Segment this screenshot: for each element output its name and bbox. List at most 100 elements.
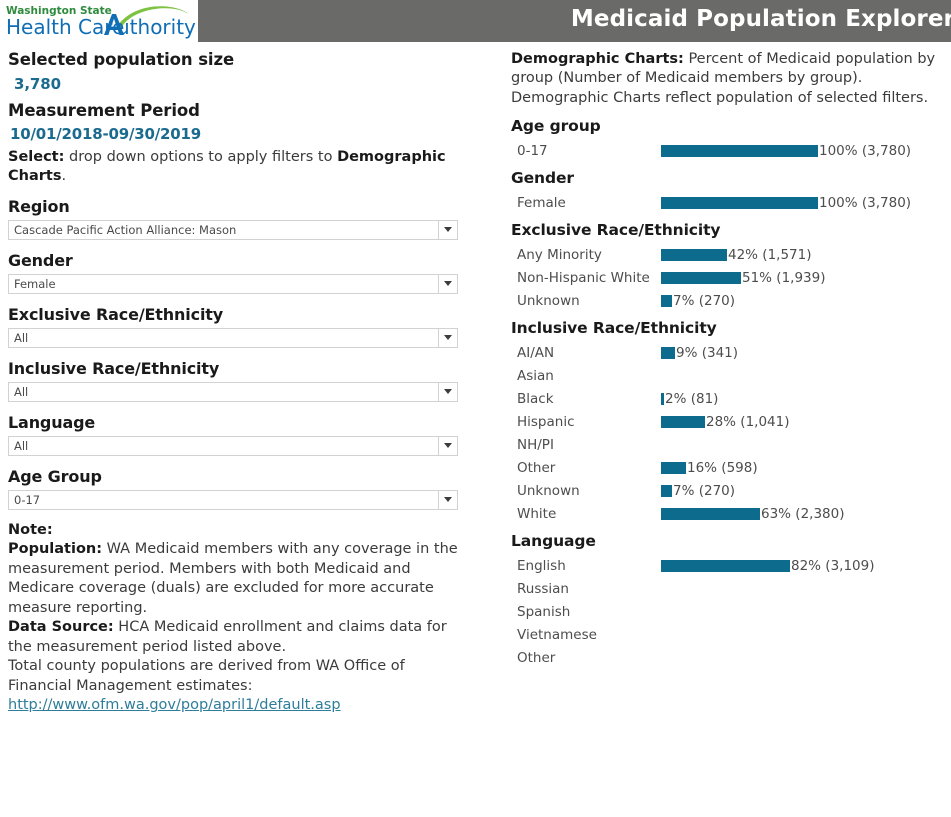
bar-category-label: Russian (517, 580, 569, 597)
logo-line2-authority: uthority (117, 15, 196, 39)
bar-category-label: White (517, 505, 557, 522)
note-population: Population: WA Medicaid members with any… (8, 540, 460, 618)
filter-label-age-group: Age Group (8, 466, 102, 486)
chevron-down-icon[interactable] (438, 436, 457, 455)
bar-category-label: Other (517, 649, 556, 666)
bar-value-label: 100% (3,780) (819, 194, 912, 211)
filter-value-language: All (14, 438, 29, 453)
select-instruction-end: . (61, 168, 67, 185)
chevron-down-icon[interactable] (438, 274, 457, 293)
bar-fill (661, 392, 664, 405)
filter-dropdown-region[interactable]: Cascade Pacific Action Alliance: Mason (8, 219, 458, 240)
select-instruction: Select: drop down options to apply filte… (8, 148, 460, 186)
bar-track: 9% (341) (661, 341, 738, 364)
chart-group: Gender Female 100% (3,780) (511, 169, 951, 214)
bar-row[interactable]: White 63% (2,380) (511, 502, 951, 525)
chevron-down-icon[interactable] (438, 382, 457, 401)
charts-description: Demographic Charts: Percent of Medicaid … (511, 50, 951, 108)
chart-group: Language English 82% (3,109) Russian Spanish… (511, 532, 951, 669)
ofm-link[interactable]: http://www.ofm.wa.gov/pop/april1/default… (8, 697, 341, 713)
filter-value-region: Cascade Pacific Action Alliance: Mason (14, 222, 237, 237)
charts-panel: Demographic Charts: Percent of Medicaid … (470, 42, 951, 817)
bar-fill (661, 507, 760, 520)
measurement-period-label: Measurement Period (8, 100, 200, 120)
bar-track: 7% (270) (661, 289, 735, 312)
note-source-bold: Data Source: (8, 619, 114, 635)
note-ofm: Total county populations are derived fro… (8, 658, 405, 694)
bar-value-label: 7% (270) (673, 292, 736, 309)
bar-row[interactable]: Other 16% (598) (511, 456, 951, 479)
bar-track: 82% (3,109) (661, 554, 874, 577)
bar-value-label: 16% (598) (687, 459, 758, 476)
filter-value-exclusive-race: All (14, 330, 29, 345)
bar-fill (661, 461, 686, 474)
bar-value-label: 2% (81) (665, 390, 719, 407)
filters-panel: Selected population size 3,780 Measureme… (0, 42, 470, 817)
chart-title: Age group (511, 117, 601, 136)
bar-category-label: Unknown (517, 292, 580, 309)
bar-row[interactable]: Black 2% (81) (511, 387, 951, 410)
select-instruction-mid: drop down options to apply filters to (64, 149, 338, 166)
bar-track: 42% (1,571) (661, 243, 811, 266)
bar-row[interactable]: Female 100% (3,780) (511, 191, 951, 214)
charts-description-bold: Demographic Charts: (511, 51, 684, 67)
bar-row[interactable]: English 82% (3,109) (511, 554, 951, 577)
chart-title: Gender (511, 169, 574, 188)
bar-row[interactable]: Spanish (511, 600, 951, 623)
page-title: Medicaid Population Explorer (570, 6, 951, 32)
bar-value-label: 63% (2,380) (761, 505, 845, 522)
bar-track: 28% (1,041) (661, 410, 789, 433)
bar-category-label: 0-17 (517, 142, 548, 159)
bar-row[interactable]: Any Minority 42% (1,571) (511, 243, 951, 266)
chart-group: Age group 0-17 100% (3,780) (511, 117, 951, 162)
bar-row[interactable]: Non-Hispanic White 51% (1,939) (511, 266, 951, 289)
filter-dropdown-inclusive-race[interactable]: All (8, 381, 458, 402)
bar-value-label: 42% (1,571) (728, 246, 812, 263)
filter-dropdown-age-group[interactable]: 0-17 (8, 489, 458, 510)
hca-logo-icon: Washington State Health Care uthority (6, 5, 196, 39)
bar-row[interactable]: AI/AN 9% (341) (511, 341, 951, 364)
filter-label-inclusive-race: Inclusive Race/Ethnicity (8, 358, 220, 378)
charts-description-line2: Demographic Charts reflect population of… (511, 89, 929, 106)
bar-row[interactable]: Unknown 7% (270) (511, 289, 951, 312)
bar-value-label: 7% (270) (673, 482, 736, 499)
bar-track: 16% (598) (661, 456, 758, 479)
bar-row[interactable]: Unknown 7% (270) (511, 479, 951, 502)
bar-row[interactable]: Russian (511, 577, 951, 600)
bar-row[interactable]: Asian (511, 364, 951, 387)
bar-category-label: Unknown (517, 482, 580, 499)
bar-track: 63% (2,380) (661, 502, 844, 525)
filter-dropdown-gender[interactable]: Female (8, 273, 458, 294)
bar-fill (661, 415, 705, 428)
chevron-down-icon[interactable] (438, 490, 457, 509)
bar-category-label: Black (517, 390, 554, 407)
select-instruction-bold: Select: (8, 149, 65, 166)
bar-category-label: English (517, 557, 566, 574)
bar-row[interactable]: Vietnamese (511, 623, 951, 646)
filter-value-gender: Female (14, 276, 56, 291)
bar-category-label: Female (517, 194, 566, 211)
dashboard-root: Washington State Health Care uthority Me… (0, 0, 951, 817)
filter-dropdown-exclusive-race[interactable]: All (8, 327, 458, 348)
bar-row[interactable]: NH/PI (511, 433, 951, 456)
filter-label-language: Language (8, 412, 96, 432)
logo-line2: Health Care (6, 15, 124, 39)
bar-row[interactable]: Hispanic 28% (1,041) (511, 410, 951, 433)
bar-category-label: Spanish (517, 603, 571, 620)
bar-track: 51% (1,939) (661, 266, 825, 289)
bar-fill (661, 144, 818, 157)
note-block: Note: Population: WA Medicaid members wi… (8, 521, 460, 716)
bar-fill (661, 248, 727, 261)
filter-dropdown-language[interactable]: All (8, 435, 458, 456)
bar-category-label: Other (517, 459, 556, 476)
bar-value-label: 51% (1,939) (742, 269, 826, 286)
bar-category-label: Hispanic (517, 413, 575, 430)
note-source: Data Source: HCA Medicaid enrollment and… (8, 618, 460, 657)
chart-title: Inclusive Race/Ethnicity (511, 319, 717, 338)
chevron-down-icon[interactable] (438, 328, 457, 347)
bar-row[interactable]: 0-17 100% (3,780) (511, 139, 951, 162)
bar-row[interactable]: Other (511, 646, 951, 669)
hca-logo: Washington State Health Care uthority (0, 0, 198, 42)
chevron-down-icon[interactable] (438, 220, 457, 239)
population-size-value: 3,780 (14, 74, 61, 93)
